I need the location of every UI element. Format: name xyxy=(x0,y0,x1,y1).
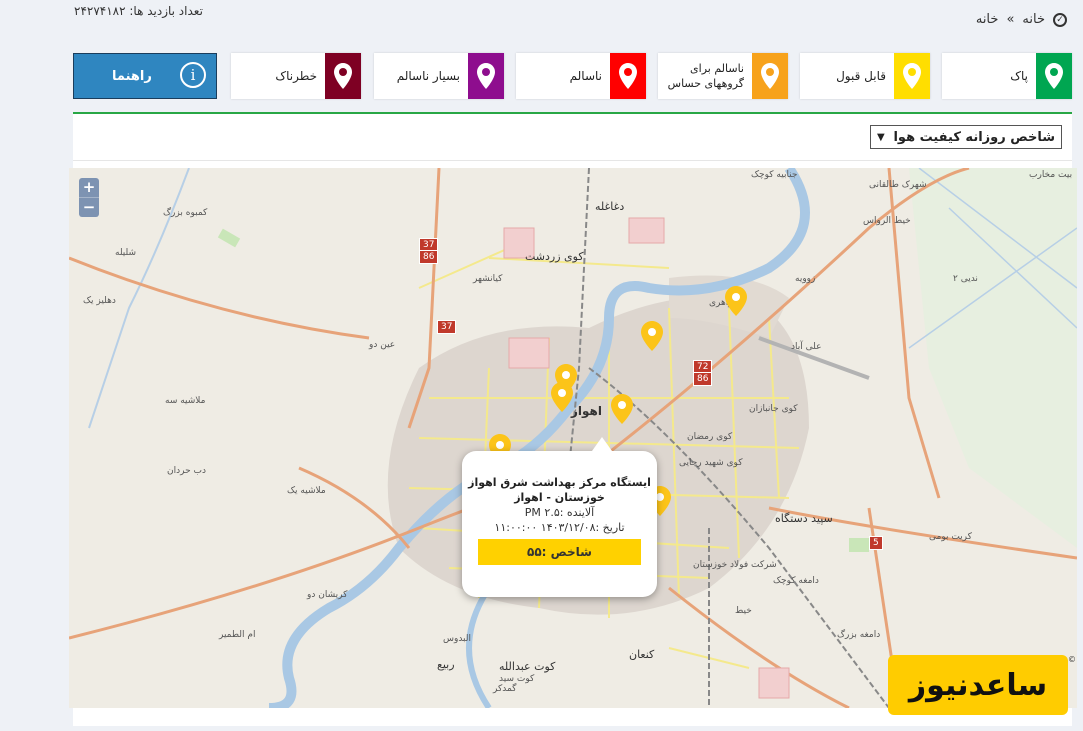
legend-sensitive: ناسالم برای گروههای حساس xyxy=(658,53,788,99)
station-marker[interactable] xyxy=(551,382,573,412)
zoom-control: + − xyxy=(79,178,99,217)
map-label-kout-seyed: کوت سید xyxy=(499,674,535,684)
map-label-koy-shahid-rajai: کوی شهید رجایی xyxy=(679,458,743,468)
legend-acceptable: قابل قبول xyxy=(800,53,930,99)
breadcrumb-home[interactable]: خانه xyxy=(1022,12,1045,27)
road-shield: 86 xyxy=(693,372,713,386)
index-type-select[interactable]: شاخص روزانه کیفیت هوا ▼ xyxy=(870,125,1062,149)
map-label-dahliz: دهلیز یک xyxy=(83,296,116,306)
legend-clean-color xyxy=(1036,53,1072,99)
popup-province: خوزستان - اهواز xyxy=(514,491,605,504)
map-pin-icon xyxy=(761,63,779,89)
map-label-kemboheh: کمبوه بزرگ xyxy=(163,208,208,218)
panel-divider xyxy=(73,160,1072,161)
legend-clean-label: پاک xyxy=(1010,68,1028,83)
map-label-dezfoul: ندیی ۲ xyxy=(953,274,978,284)
map-tiles xyxy=(69,168,1077,708)
map-label-gonbadi: گمدکر xyxy=(493,684,517,694)
map-label-koy-zartosht: کوی زردشت xyxy=(525,250,584,263)
map-label-molashieh: ملاشیه یک xyxy=(287,486,326,496)
map-label-foulad: شرکت فولاد خوزستان xyxy=(693,560,777,570)
zoom-in-button[interactable]: + xyxy=(79,178,99,197)
legend-acceptable-label: قابل قبول xyxy=(836,68,886,83)
map-label-molashieh-seh: ملاشیه سه xyxy=(165,396,206,406)
air-quality-map[interactable]: اهواز کوی زردشت دغاغله کوی رمضان کوی جان… xyxy=(69,168,1077,708)
legend-hazardous: خطرناک xyxy=(231,53,361,99)
map-label-khit-roas: خیط الرواس xyxy=(863,216,911,226)
map-label-koy-jonbazan: کوی جانبازان xyxy=(749,404,798,414)
map-label-aroud: ام الطمیر xyxy=(219,630,256,640)
station-popup: ایستگاه مرکز بهداشت شرق اهواز خوزستان - … xyxy=(462,437,657,597)
map-label-sepid-dastgah: سپید دستگاه xyxy=(775,512,833,525)
map-label-bayt: بیت مخارب xyxy=(1029,170,1073,180)
visit-counter: تعداد بازدید ها: ۲۴۲۷۴۱۸۲ xyxy=(74,4,203,18)
map-label-kurshan: کریشان دو xyxy=(307,590,348,600)
legend-hazardous-color xyxy=(325,53,361,99)
legend-very-unhealthy-label: بسیار ناسالم xyxy=(396,68,460,83)
legend-unhealthy-label: ناسالم xyxy=(569,68,602,83)
popup-date: تاریخ :۱۴۰۳/۱۲/۰۸ ۱۱:۰۰:۰۰ xyxy=(494,521,625,534)
popup-aqi-index: شاخص :۵۵ xyxy=(478,539,641,565)
station-marker[interactable] xyxy=(611,394,633,424)
top-bar: تعداد بازدید ها: ۲۴۲۷۴۱۸۲ ✓ خانه » خانه xyxy=(0,0,1083,40)
map-label-roveyeh: زوویه xyxy=(795,274,816,284)
legend-clean: پاک xyxy=(942,53,1072,99)
map-label-damghe-bozorg: دامغه بزرگ xyxy=(837,630,881,640)
map-pin-icon xyxy=(477,63,495,89)
index-type-value: شاخص روزانه کیفیت هوا xyxy=(893,129,1055,145)
road-shield: 86 xyxy=(419,250,439,264)
breadcrumb: ✓ خانه » خانه xyxy=(976,12,1067,27)
map-label-khit: خیط xyxy=(735,606,752,616)
map-label-koganeh: کنعان xyxy=(629,648,655,661)
station-marker[interactable] xyxy=(641,321,663,351)
map-label-ein-do: عین دو xyxy=(369,340,396,350)
popup-pollutant: آلاینده :PM ۲.۵ xyxy=(524,506,595,519)
map-copyright[interactable]: © xyxy=(1068,655,1076,664)
map-label-damghe-kouchak: دامغه کوچک xyxy=(773,576,819,586)
aqi-legend: پاک قابل قبول ناسالم برای گروههای حساس ن… xyxy=(73,53,1072,99)
map-label-koy-ramezan: کوی رمضان xyxy=(687,432,733,442)
map-label-shalileh: شلیله xyxy=(115,248,137,258)
map-label-rabie: ربیع xyxy=(437,658,455,671)
legend-unhealthy: ناسالم xyxy=(516,53,646,99)
legend-hazardous-label: خطرناک xyxy=(275,68,317,83)
map-label-karit: کریت بومی xyxy=(929,532,972,542)
map-pin-icon xyxy=(334,63,352,89)
legend-unhealthy-color xyxy=(610,53,646,99)
legend-sensitive-label: ناسالم برای گروههای حساس xyxy=(667,62,744,90)
map-label-zeyedeh: جنابیه کوچک xyxy=(751,170,798,180)
watermark-logo: ساعدنیوز xyxy=(888,655,1068,715)
station-marker[interactable] xyxy=(725,286,747,316)
road-shield: 37 xyxy=(437,320,457,334)
map-label-dob-hardan: دب حردان xyxy=(167,466,206,476)
map-pin-icon xyxy=(903,63,921,89)
zoom-out-button[interactable]: − xyxy=(79,197,99,217)
check-circle-icon: ✓ xyxy=(1053,12,1067,27)
guide-button[interactable]: راهنما i xyxy=(73,53,217,99)
legend-very-unhealthy-color xyxy=(468,53,504,99)
road-shield: 5 xyxy=(869,536,883,550)
map-label-kot-abdollah: کوت عبدالله xyxy=(499,660,556,673)
map-pin-icon xyxy=(1045,63,1063,89)
map-pin-icon xyxy=(619,63,637,89)
map-label-kianshahr: کیانشهر xyxy=(473,274,503,284)
popup-station-name: ایستگاه مرکز بهداشت شرق اهواز xyxy=(468,476,651,489)
map-label-ouds: البدوس xyxy=(443,634,472,644)
legend-very-unhealthy: بسیار ناسالم xyxy=(374,53,504,99)
map-label-ali-abad: علی آباد xyxy=(791,342,822,352)
legend-acceptable-color xyxy=(894,53,930,99)
map-label-ahvaz: اهواز xyxy=(571,404,602,418)
map-label-daghela: دغاغله xyxy=(595,200,625,213)
guide-button-label: راهنما xyxy=(112,68,152,84)
chevron-down-icon: ▼ xyxy=(877,131,885,143)
map-label-shahrak: شهرک طالقانی xyxy=(869,180,927,190)
legend-sensitive-color xyxy=(752,53,788,99)
info-icon: i xyxy=(180,62,206,88)
breadcrumb-current[interactable]: خانه xyxy=(976,12,999,27)
breadcrumb-separator: » xyxy=(1006,12,1015,27)
